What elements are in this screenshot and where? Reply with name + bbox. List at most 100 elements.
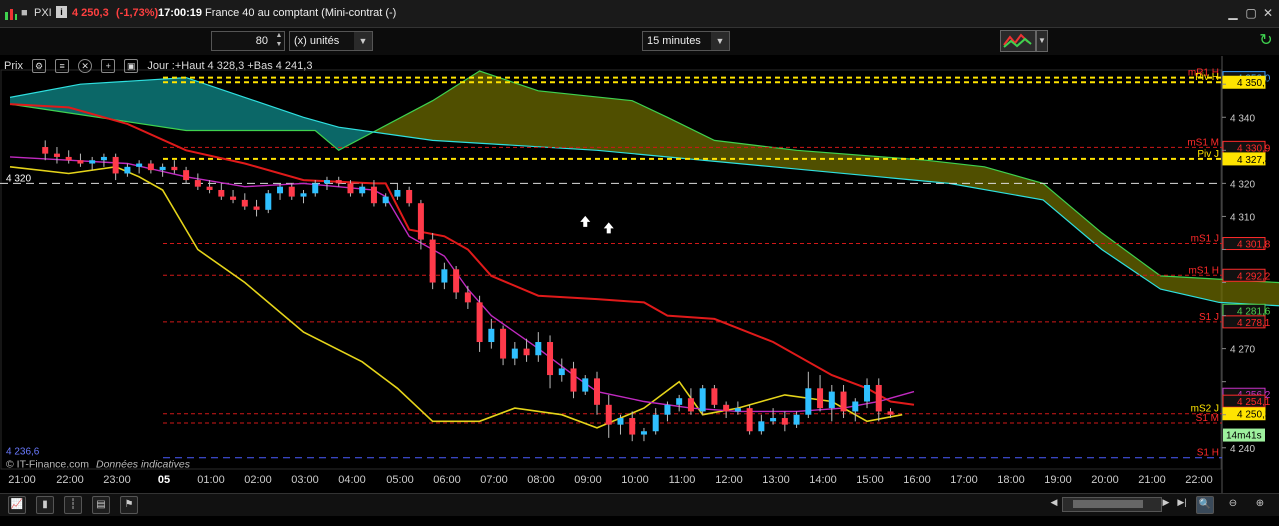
- x-tick-label-1: 22:00: [56, 474, 84, 486]
- expand-icon[interactable]: ▣: [124, 59, 139, 74]
- window-time: 17:00:19: [158, 7, 203, 19]
- x-tick-label-16: 13:00: [762, 474, 790, 486]
- candle-body-68: [840, 391, 847, 412]
- template-icon[interactable]: ▤: [92, 496, 110, 514]
- x-tick-label-19: 16:00: [903, 474, 931, 486]
- candle-body-19: [265, 193, 272, 210]
- indicator-icon: [1003, 33, 1032, 48]
- y-tick-label-0: 4 240: [1230, 444, 1255, 455]
- candle-body-1: [53, 153, 60, 157]
- candle-body-58: [723, 404, 730, 412]
- candle-body-62: [770, 418, 777, 422]
- candle-body-11: [171, 166, 178, 171]
- level-name-5: mS1 H: [1188, 265, 1219, 276]
- properties-icon[interactable]: ≡: [55, 59, 70, 74]
- candle-body-16: [230, 196, 237, 200]
- x-tick-label-12: 09:00: [574, 474, 602, 486]
- level-name-12: S1 H: [1197, 448, 1219, 459]
- time-scrollbar[interactable]: [1062, 497, 1162, 512]
- day-range-info: Jour :+Haut 4 328,3 +Bas 4 241,3: [147, 60, 313, 72]
- x-tick-label-11: 08:00: [527, 474, 555, 486]
- y-tick-label-7: 4 310: [1230, 212, 1255, 223]
- candle-body-53: [664, 404, 671, 415]
- candle-body-49: [617, 418, 624, 425]
- candle-body-59: [734, 408, 741, 412]
- add-icon[interactable]: +: [101, 59, 116, 74]
- watermark-note: Données indicatives: [96, 459, 191, 471]
- candle-body-26: [347, 183, 354, 194]
- candle-body-41: [523, 348, 530, 356]
- window-change: (-1,73%): [116, 7, 159, 19]
- candle-body-20: [277, 186, 284, 194]
- timeframe-dropdown[interactable]: 15 minutes ▼: [642, 31, 730, 51]
- candle-body-52: [652, 414, 659, 432]
- candle-body-40: [511, 348, 518, 359]
- candle-body-56: [699, 388, 706, 412]
- candle-body-24: [323, 180, 330, 184]
- candle-body-55: [687, 398, 694, 412]
- candle-body-51: [640, 431, 647, 435]
- units-dropdown[interactable]: (x) unités ▼: [289, 31, 373, 51]
- chart-toolbar: [0, 28, 1279, 55]
- candle-body-35: [453, 269, 460, 293]
- level-value-4: 4 301,8: [1237, 240, 1271, 251]
- candle-body-64: [793, 414, 800, 425]
- candle-body-44: [558, 368, 565, 376]
- sync-button[interactable]: ↻: [1256, 30, 1276, 52]
- candle-body-36: [464, 292, 471, 303]
- scroll-left-button[interactable]: ◀: [1048, 497, 1060, 511]
- candle-body-30: [394, 189, 401, 197]
- level-name-4: mS1 J: [1191, 234, 1219, 245]
- candle-body-8: [136, 163, 143, 167]
- x-tick-label-13: 10:00: [621, 474, 649, 486]
- zoom-auto-icon[interactable]: 🔍: [1196, 496, 1214, 514]
- options-icon[interactable]: ⚑: [120, 496, 138, 514]
- window-symbol: PXI: [34, 7, 52, 19]
- chart-type-icon[interactable]: 📈: [8, 496, 26, 514]
- candle-body-33: [429, 239, 436, 283]
- candle-body-45: [570, 368, 577, 392]
- price-chart: mR1 H4 352,0Piv H4 350,6mS1 M4 330,9Piv …: [0, 56, 1279, 493]
- candle-body-47: [594, 378, 600, 405]
- x-tick-label-23: 20:00: [1091, 474, 1119, 486]
- level-bottom-left-label: 4 236,6: [6, 447, 40, 458]
- minimize-button[interactable]: ▁: [1226, 6, 1240, 20]
- wrench-icon[interactable]: ⚙: [32, 59, 47, 74]
- price-panel-label: Prix: [4, 60, 23, 72]
- candle-body-71: [875, 384, 882, 412]
- chart-app-icon: [5, 9, 17, 20]
- candle-body-42: [535, 342, 542, 356]
- candle-body-34: [441, 269, 448, 283]
- x-tick-label-3: 05: [158, 474, 170, 486]
- candle-icon[interactable]: ▮: [36, 496, 54, 514]
- zoom-out-icon[interactable]: ⊖: [1225, 496, 1241, 512]
- candle-body-4: [89, 160, 96, 164]
- x-tick-label-2: 23:00: [103, 474, 131, 486]
- candle-body-39: [500, 328, 507, 359]
- scrollbar-thumb[interactable]: [1073, 500, 1143, 508]
- candle-body-38: [488, 328, 495, 343]
- maximize-button[interactable]: ▢: [1244, 6, 1258, 20]
- x-tick-label-15: 12:00: [715, 474, 743, 486]
- indicator-menu-button[interactable]: ▼: [1036, 30, 1048, 52]
- zoom-in-icon[interactable]: ⊕: [1252, 496, 1268, 512]
- candle-body-43: [547, 342, 554, 376]
- close-button[interactable]: ✕: [1261, 6, 1275, 20]
- candle-body-5: [100, 156, 107, 161]
- end-button[interactable]: ▶|: [1175, 497, 1189, 511]
- x-tick-label-9: 06:00: [433, 474, 461, 486]
- bars-icon[interactable]: ┆: [64, 496, 82, 514]
- x-tick-label-0: 21:00: [8, 474, 36, 486]
- chevron-down-icon: ▼: [711, 32, 729, 50]
- window-price: 4 250,3: [72, 7, 109, 19]
- candle-body-17: [241, 199, 248, 207]
- y-tick-label-3: 4 270: [1230, 345, 1255, 356]
- candle-body-0: [42, 147, 49, 154]
- candle-body-25: [335, 180, 342, 184]
- remove-icon[interactable]: ✕: [78, 59, 93, 74]
- scroll-right-button[interactable]: ▶: [1160, 497, 1172, 511]
- candle-body-18: [253, 206, 260, 210]
- quantity-stepper[interactable]: ▲ ▼: [273, 31, 285, 51]
- indicator-picker-button[interactable]: [1000, 30, 1036, 52]
- x-tick-label-21: 18:00: [997, 474, 1025, 486]
